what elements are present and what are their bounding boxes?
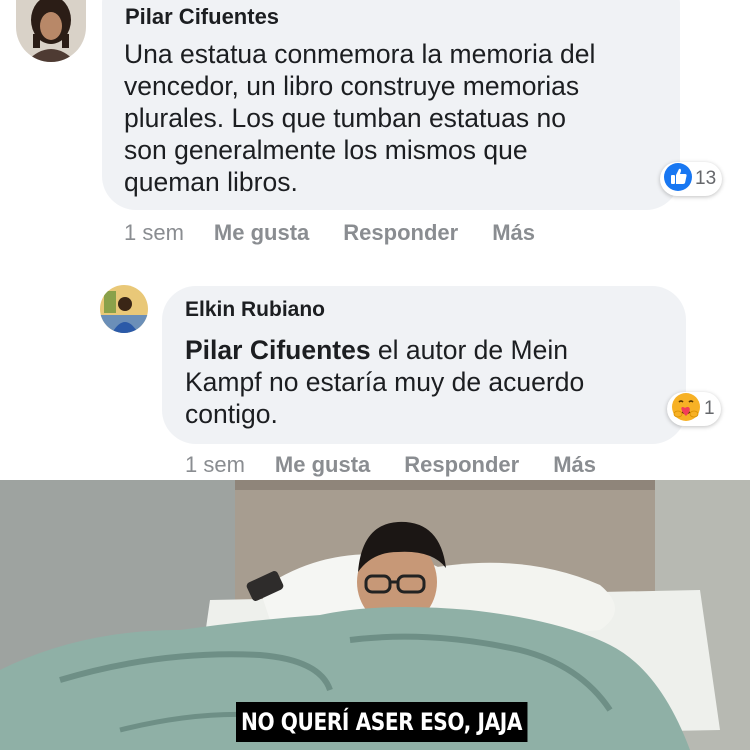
comment-timestamp[interactable]: 1 sem [124,220,184,246]
comment-line: Kampf no estaría muy de acuerdo [185,367,585,397]
more-button[interactable]: Más [553,452,596,478]
reply-button[interactable]: Responder [404,452,519,478]
user-photo-icon [100,285,148,333]
care-icon [671,392,701,427]
comment-author[interactable]: Pilar Cifuentes [125,4,279,30]
reaction-count: 1 [704,398,715,419]
reaction-summary[interactable]: 1 [667,392,721,426]
meme-image: NO QUERÍ ASER ESO, JAJA [0,480,750,750]
comment-line: Una estatua conmemora la memoria del [124,39,596,69]
comment-line: vencedor, un libro construye memorias [124,71,580,101]
comment-line-rest: el autor de Mein [370,335,568,365]
comment-line: contigo. [185,399,278,429]
meme-caption: NO QUERÍ ASER ESO, JAJA [236,702,528,742]
reply-button[interactable]: Responder [343,220,458,246]
mention-link[interactable]: Pilar Cifuentes [185,335,371,365]
reaction-summary[interactable]: 13 [660,162,723,196]
more-button[interactable]: Más [492,220,535,246]
comment-line: son generalmente los mismos que [124,135,528,165]
comment-line: plurales. Los que tumban estatuas no [124,103,566,133]
avatar-pilar-cifuentes[interactable] [16,0,86,62]
comment-text: Una estatua conmemora la memoria del ven… [124,38,595,198]
avatar-elkin-rubiano[interactable] [100,285,148,333]
comment-text: Pilar Cifuentes el autor de Mein Kampf n… [185,334,584,430]
comment-line: queman libros. [124,167,298,197]
like-icon [664,162,692,196]
comment-actions: 1 sem Me gusta Responder Más [185,452,596,478]
comment-thread: Pilar Cifuentes Una estatua conmemora la… [0,0,750,480]
comment-actions: 1 sem Me gusta Responder Más [124,220,535,246]
comment-line: Pilar Cifuentes el autor de Mein [185,334,584,366]
comment-author[interactable]: Elkin Rubiano [185,298,325,322]
user-photo-icon [16,0,86,62]
reaction-count: 13 [695,168,717,189]
like-button[interactable]: Me gusta [275,452,370,478]
comment-timestamp[interactable]: 1 sem [185,452,245,478]
like-button[interactable]: Me gusta [214,220,309,246]
